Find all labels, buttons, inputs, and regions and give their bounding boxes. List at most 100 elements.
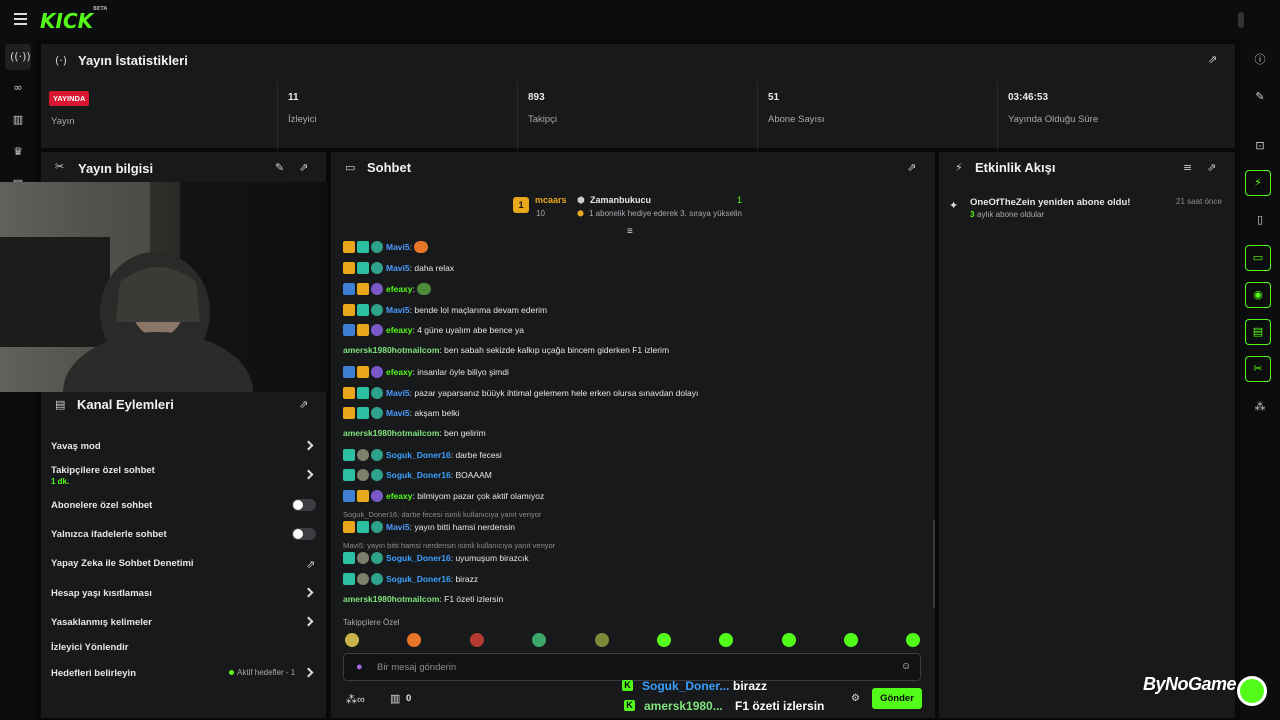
- quick-emote-icon[interactable]: [470, 633, 484, 647]
- settings-icon[interactable]: ⚙: [851, 693, 860, 704]
- bolt-icon: ⚡: [955, 161, 963, 174]
- badge-icon: [357, 521, 369, 533]
- actions-toggle-button[interactable]: ▤: [1245, 319, 1271, 345]
- chat-input-box[interactable]: ● Bir mesaj gönderin ☺: [343, 653, 921, 681]
- quick-emote-icon[interactable]: [532, 633, 546, 647]
- chat-input-placeholder[interactable]: Bir mesaj gönderin: [377, 662, 456, 673]
- stat-value: 03:46:53: [1008, 92, 1049, 103]
- quick-emote-icon[interactable]: [719, 633, 733, 647]
- user-avatar[interactable]: [1238, 12, 1244, 28]
- quick-emote-icon[interactable]: [595, 633, 609, 647]
- chat-username[interactable]: Soguk_Doner16: [386, 450, 451, 460]
- chat-username[interactable]: Mavi5: [386, 263, 410, 273]
- user-badges: [343, 490, 383, 502]
- badge-icon: [343, 469, 355, 481]
- live-badge: YAYINDA: [49, 91, 90, 106]
- badge-icon: [371, 573, 383, 585]
- quick-emote-icon[interactable]: [844, 633, 858, 647]
- focus-icon[interactable]: ⊡: [1252, 138, 1268, 154]
- chat-message: efeaxy: bilmiyom pazar çok aktif olamıyo…: [343, 490, 544, 502]
- webcam-person-image: [0, 182, 328, 392]
- ai-moderation-label[interactable]: Yapay Zeka ile Sohbet Denetimi: [51, 558, 194, 569]
- send-button[interactable]: Gönder: [872, 688, 922, 709]
- live-icon[interactable]: ((·)): [10, 49, 31, 65]
- external-link-icon[interactable]: ⇗: [306, 558, 315, 571]
- chat-username[interactable]: amersk1980hotmailcom: [343, 428, 439, 438]
- bolt-toggle-button[interactable]: ⚡: [1245, 170, 1271, 196]
- shop-icon[interactable]: ▥: [390, 692, 400, 705]
- wrench-toggle-button[interactable]: ✂: [1245, 356, 1271, 382]
- popout-icon[interactable]: ⇗: [299, 161, 308, 174]
- chat-username[interactable]: efeaxy: [386, 284, 412, 294]
- chat-username[interactable]: Mavi5: [386, 242, 410, 252]
- right-sidebar: ⓘ ✎ ⊡ ⚡ ▯ ▭ ◉ ▤ ✂ ⁂: [1240, 40, 1280, 720]
- chart-icon[interactable]: ▥: [10, 112, 26, 128]
- chat-username[interactable]: efeaxy: [386, 491, 412, 501]
- chat-text: ben gelirim: [444, 428, 486, 438]
- badge-icon: [357, 407, 369, 419]
- filter-icon[interactable]: ≡: [1183, 161, 1192, 174]
- chat-username[interactable]: Mavi5: [386, 408, 410, 418]
- user-badges: [343, 552, 383, 564]
- gifter-user[interactable]: Zamanbukucu: [590, 195, 651, 205]
- chat-username[interactable]: efeaxy: [386, 367, 412, 377]
- emote-only-toggle[interactable]: [292, 528, 316, 540]
- chat-username[interactable]: Soguk_Doner16: [386, 470, 451, 480]
- badge-icon: [371, 521, 383, 533]
- mic-icon[interactable]: ●: [356, 661, 363, 673]
- quick-emote-icon[interactable]: [407, 633, 421, 647]
- badge-icon: [371, 449, 383, 461]
- broadcast-toggle-button[interactable]: ◉: [1245, 282, 1271, 308]
- user-badges: [343, 387, 383, 399]
- goals-label[interactable]: Hedefleri belirleyin: [51, 668, 136, 679]
- chat-username[interactable]: efeaxy: [386, 325, 412, 335]
- chat-username[interactable]: Soguk_Doner16: [386, 574, 451, 584]
- points-icon[interactable]: ⁂∞: [346, 693, 365, 706]
- chat-message: Mavi5:: [343, 241, 429, 253]
- account-age-label[interactable]: Hesap yaşı kısıtlaması: [51, 588, 152, 599]
- popout-icon[interactable]: ⇗: [299, 398, 308, 411]
- quick-emote-icon[interactable]: [345, 633, 359, 647]
- document-icon[interactable]: ▯: [1252, 212, 1268, 228]
- slow-mode-label[interactable]: Yavaş mod: [51, 441, 101, 452]
- leader-user[interactable]: mcaars: [535, 195, 567, 205]
- popout-icon[interactable]: ⇗: [907, 161, 916, 174]
- badge-icon: [357, 469, 369, 481]
- popout-icon[interactable]: ⇗: [1207, 161, 1216, 174]
- chat-toggle-button[interactable]: ▭: [1245, 245, 1271, 271]
- trophy-icon[interactable]: ♛: [10, 144, 26, 160]
- badge-icon: [371, 324, 383, 336]
- chat-username[interactable]: amersk1980hotmailcom: [343, 345, 439, 355]
- edit-icon[interactable]: ✎: [275, 161, 284, 174]
- followers-only-label[interactable]: Takipçilere özel sohbet: [51, 465, 155, 476]
- chat-username[interactable]: Mavi5: [386, 388, 410, 398]
- chat-username[interactable]: Soguk_Doner16: [386, 553, 451, 563]
- banned-words-label[interactable]: Yasaklanmış kelimeler: [51, 617, 152, 628]
- badge-icon: [343, 387, 355, 399]
- share-icon[interactable]: ⁂: [1252, 399, 1268, 415]
- quick-emote-icon[interactable]: [782, 633, 796, 647]
- rank-badge: 1: [513, 197, 529, 213]
- chat-message: Soguk_Doner16: birazz: [343, 573, 478, 585]
- chat-username[interactable]: Mavi5: [386, 522, 410, 532]
- quick-emote-icon[interactable]: [906, 633, 920, 647]
- quick-emote-icon[interactable]: [657, 633, 671, 647]
- emoji-icon[interactable]: ☺: [901, 661, 911, 672]
- chat-scrollbar[interactable]: [933, 520, 935, 608]
- subscribers-only-toggle[interactable]: [292, 499, 316, 511]
- host-label[interactable]: İzleyici Yönlendir: [51, 642, 128, 653]
- link-icon[interactable]: ∞: [10, 80, 26, 96]
- activity-time: 21 saat önce: [1176, 197, 1222, 206]
- kick-small-icon: K: [622, 680, 633, 691]
- kick-logo[interactable]: KICKBETA: [40, 6, 107, 33]
- chat-username[interactable]: amersk1980hotmailcom: [343, 594, 439, 604]
- pencil-icon[interactable]: ✎: [1252, 89, 1268, 105]
- menu-icon[interactable]: [14, 13, 27, 25]
- filter-icon[interactable]: ≡: [627, 226, 633, 237]
- chat-username[interactable]: Mavi5: [386, 305, 410, 315]
- badge-icon: [371, 490, 383, 502]
- gift-icon: ⬢: [577, 209, 584, 218]
- popout-icon[interactable]: ⇗: [1208, 53, 1217, 66]
- activity-title: Etkinlik Akışı: [975, 160, 1056, 175]
- info-icon[interactable]: ⓘ: [1252, 52, 1268, 68]
